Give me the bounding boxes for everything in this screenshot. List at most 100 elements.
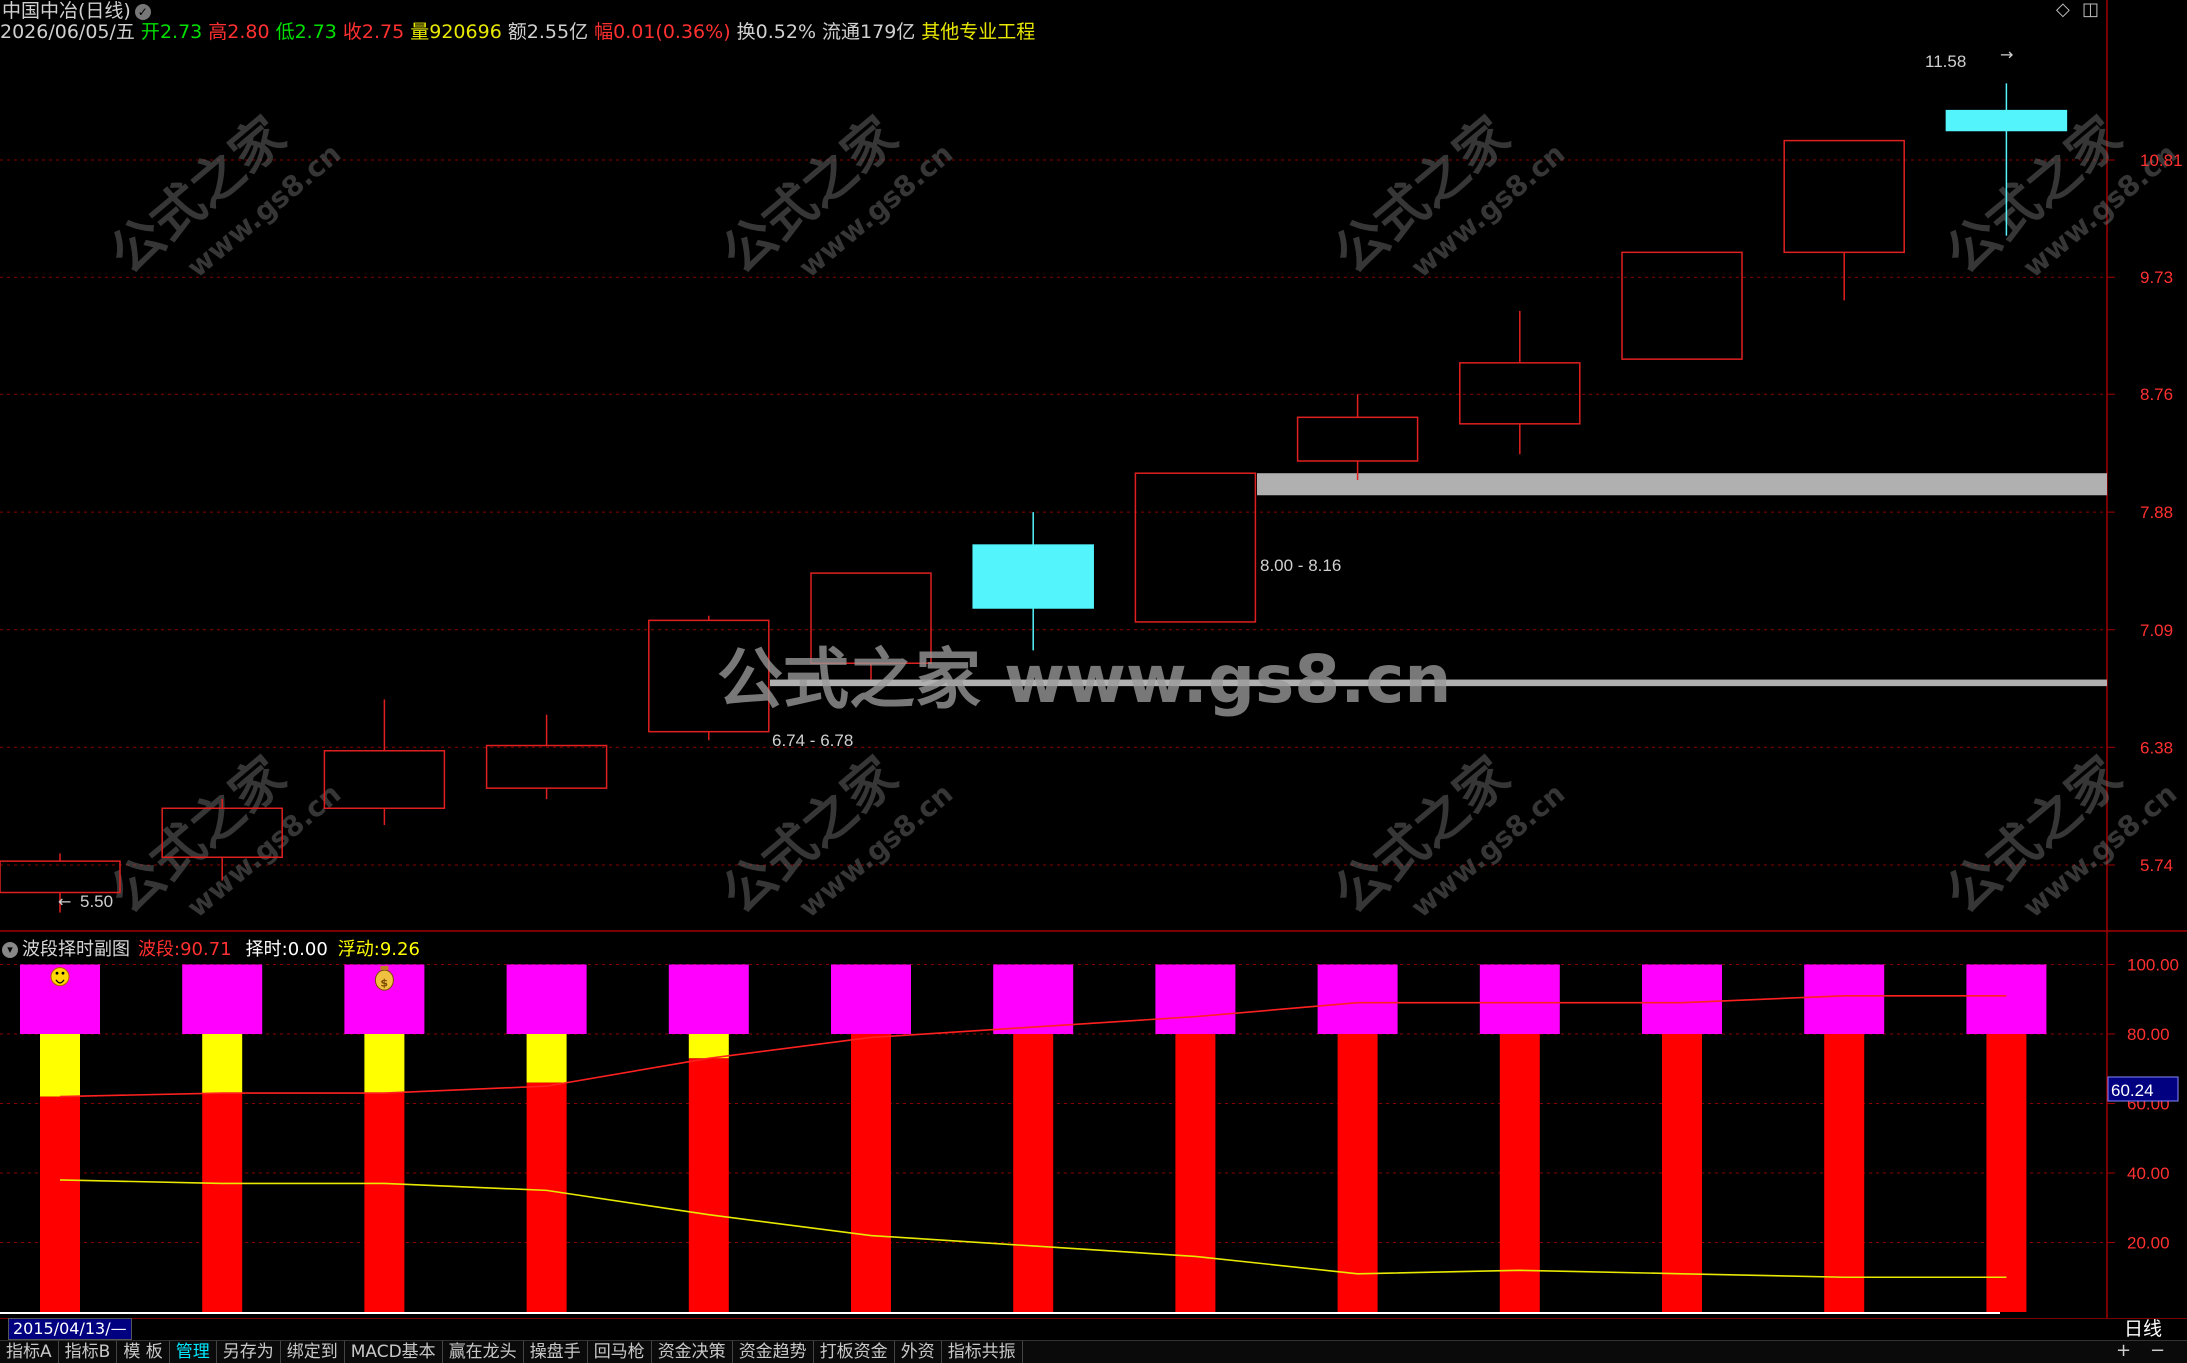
tab-1[interactable]: 指标B — [59, 1341, 118, 1363]
float-label: 浮动: — [337, 939, 380, 960]
float-value: 9.26 — [379, 939, 420, 960]
band-value: 90.71 — [180, 939, 232, 960]
candle-body — [1783, 139, 1905, 254]
timing-label: 择时: — [245, 939, 288, 960]
watermark-tile: 公式之家www.gs8.cn — [1323, 746, 1571, 926]
price-tick-label: 7.09 — [2140, 621, 2173, 640]
price-tick-label: 6.38 — [2140, 738, 2173, 757]
moneybag-tie-icon — [380, 965, 389, 970]
red-bar — [1986, 1034, 2027, 1312]
magenta-block — [1155, 964, 1236, 1034]
sub-chart-title[interactable]: 波段择时副图 — [22, 939, 130, 960]
band-bars: $ — [0, 964, 2047, 1314]
tab-2[interactable]: 模 板 — [117, 1341, 170, 1363]
red-bar — [1337, 1034, 1378, 1312]
candle-body — [1134, 472, 1257, 623]
zoom-out-button[interactable]: − — [2150, 1340, 2165, 1362]
zone-upper-label: 8.00 - 8.16 — [1260, 556, 1341, 575]
yellow-bar — [40, 1034, 80, 1097]
price-tick-label: 5.74 — [2140, 856, 2173, 875]
max-price-label: 11.58 — [1925, 52, 1966, 71]
sub-tick-label: 40.00 — [2127, 1164, 2170, 1183]
candle-body — [1621, 251, 1743, 360]
magenta-block — [993, 964, 1074, 1034]
watermark-tile: 公式之家www.gs8.cn — [1935, 746, 2183, 926]
tab-14[interactable]: 指标共振 — [942, 1341, 1023, 1363]
band-label: 波段: — [138, 939, 181, 960]
red-bar — [364, 1093, 405, 1312]
sub-tick-label: 100.00 — [2127, 956, 2179, 975]
sub-tick-label: 80.00 — [2127, 1025, 2170, 1044]
red-bar — [851, 1034, 891, 1312]
smile-eye-icon — [61, 971, 65, 975]
price-tick-label: 9.73 — [2140, 268, 2173, 287]
tab-4[interactable]: 另存为 — [217, 1341, 281, 1363]
tab-5[interactable]: 绑定到 — [281, 1341, 345, 1363]
red-bar — [1824, 1034, 1865, 1312]
watermark-tiles: 公式之家www.gs8.cn 公式之家www.gs8.cn 公式之家www.gs8.… — [99, 106, 2183, 926]
watermark-tile: 公式之家www.gs8.cn — [99, 746, 347, 926]
candle-body — [1296, 416, 1419, 462]
max-arrow-icon: → — [2000, 45, 2013, 64]
zoom-in-button[interactable]: + — [2116, 1340, 2131, 1362]
watermark-tile: 公式之家www.gs8.cn — [711, 746, 959, 926]
moneybag-symbol-icon: $ — [380, 977, 388, 990]
date-bar — [0, 1318, 2187, 1341]
yellow-bar — [526, 1034, 567, 1083]
tab-10[interactable]: 资金决策 — [652, 1341, 733, 1363]
current-value-text: 60.24 — [2111, 1081, 2154, 1100]
candlesticks[interactable] — [0, 83, 2068, 913]
red-bar — [1662, 1034, 1702, 1312]
magenta-block — [1642, 964, 1722, 1034]
upper-zone-band — [1257, 473, 2107, 496]
chart-canvas[interactable]: 公式之家www.gs8.cn 公式之家www.gs8.cn 公式之家www.gs8.… — [0, 0, 2187, 1318]
magenta-block — [1804, 964, 1885, 1034]
red-bar — [688, 1058, 729, 1312]
tab-0[interactable]: 指标A — [0, 1341, 59, 1363]
zone-lower-label: 6.74 - 6.78 — [772, 731, 853, 750]
sub-chart-header: ▾ 波段择时副图 波段:90.71 择时:0.00 浮动:9.26 — [0, 935, 420, 960]
sub-axis: 100.0080.0060.0040.0020.00 — [2107, 956, 2179, 1253]
tab-13[interactable]: 外资 — [895, 1341, 942, 1363]
price-tick-label: 8.76 — [2140, 385, 2173, 404]
red-bar — [202, 1093, 243, 1312]
red-bar — [40, 1096, 80, 1312]
price-axis: 10.81 9.73 8.76 7.88 7.09 6.38 5.74 — [2107, 151, 2183, 875]
magenta-block — [1479, 964, 1560, 1034]
timing-value: 0.00 — [287, 939, 328, 960]
price-tick-label: 7.88 — [2140, 503, 2173, 522]
magenta-block — [506, 964, 587, 1034]
tab-3[interactable]: 管理 — [170, 1341, 217, 1363]
main-grid — [0, 159, 2107, 866]
magenta-block — [1966, 964, 2047, 1034]
min-arrow-icon: ← — [58, 892, 71, 911]
date-field[interactable]: 2015/04/13/— — [8, 1318, 132, 1340]
tab-6[interactable]: MACD基本 — [345, 1341, 443, 1363]
red-bar — [1013, 1034, 1054, 1312]
candle-body — [972, 544, 1094, 609]
red-bar — [1175, 1034, 1216, 1312]
indicator-tab-bar: 指标A 指标B 模 板管理 另存为 绑定到 MACD基本 赢在龙头 操盘手 回马枪 资金决策 资金趋… — [0, 1340, 2187, 1363]
period-label[interactable]: 日线 — [2124, 1318, 2162, 1340]
magenta-block — [831, 964, 911, 1034]
yellow-bar — [202, 1034, 243, 1094]
tab-9[interactable]: 回马枪 — [588, 1341, 652, 1363]
tab-7[interactable]: 赢在龙头 — [443, 1341, 524, 1363]
candle-body — [1459, 362, 1581, 425]
watermark-tile: 公式之家www.gs8.cn — [99, 106, 347, 286]
tab-8[interactable]: 操盘手 — [524, 1341, 588, 1363]
sub-tick-label: 20.00 — [2127, 1234, 2170, 1253]
tab-11[interactable]: 资金趋势 — [733, 1341, 814, 1363]
watermark-tile: 公式之家www.gs8.cn — [1323, 106, 1571, 286]
candle-body — [485, 744, 608, 789]
yellow-bar — [688, 1034, 729, 1059]
watermark-tile: 公式之家www.gs8.cn — [711, 106, 959, 286]
red-bar — [526, 1082, 567, 1312]
candle-body — [1945, 109, 2068, 132]
tab-12[interactable]: 打板资金 — [814, 1341, 895, 1363]
min-price-label: 5.50 — [80, 892, 113, 911]
smile-eye-icon — [55, 971, 59, 975]
yellow-bar — [364, 1034, 405, 1094]
collapse-icon[interactable]: ▾ — [2, 942, 18, 958]
magenta-block — [668, 964, 749, 1034]
